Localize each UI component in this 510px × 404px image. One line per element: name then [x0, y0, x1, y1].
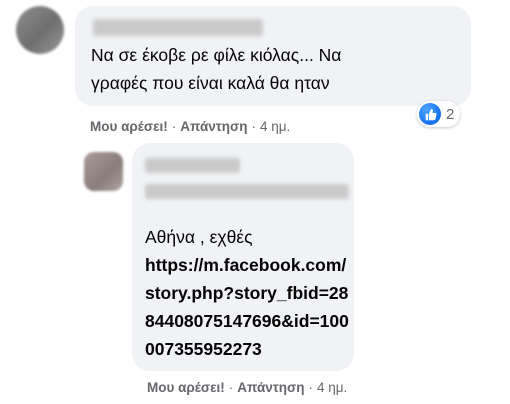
comment-text: Να σε έκοβε ρε φίλε κιόλας... Να γραφές … — [91, 45, 342, 93]
reply-button[interactable]: Απάντηση — [237, 380, 304, 395]
reaction-summary[interactable]: 2 — [417, 101, 461, 127]
reply-text: Αθήνα , εχθές — [145, 227, 253, 247]
reaction-count: 2 — [446, 105, 455, 123]
separator-dot: · — [228, 380, 234, 395]
like-button[interactable]: Μου αρέσει! — [147, 380, 225, 395]
redacted-reply-author-name[interactable] — [145, 158, 240, 173]
separator-dot: · — [251, 119, 257, 134]
separator-dot: · — [308, 380, 314, 395]
reply-actions: Μου αρέσει! · Απάντηση · 4 ημ. — [147, 380, 347, 395]
comment-actions: Μου αρέσει! · Απάντηση · 4 ημ. — [90, 119, 290, 134]
redacted-author-name[interactable] — [93, 19, 263, 36]
commenter-avatar[interactable] — [16, 6, 64, 54]
comment-timestamp[interactable]: 4 ημ. — [260, 119, 290, 134]
like-icon — [419, 103, 441, 125]
reply-text-block: Αθήνα , εχθές https://m.facebook.com/sto… — [145, 223, 355, 363]
reply-timestamp[interactable]: 4 ημ. — [317, 380, 347, 395]
reply-link[interactable]: https://m.facebook.com/story.php?story_f… — [145, 251, 355, 363]
separator-dot: · — [171, 119, 177, 134]
redacted-reply-author-subtitle — [145, 184, 349, 199]
reply-button[interactable]: Απάντηση — [180, 119, 247, 134]
like-button[interactable]: Μου αρέσει! — [90, 119, 168, 134]
reply-commenter-avatar[interactable] — [84, 152, 123, 191]
